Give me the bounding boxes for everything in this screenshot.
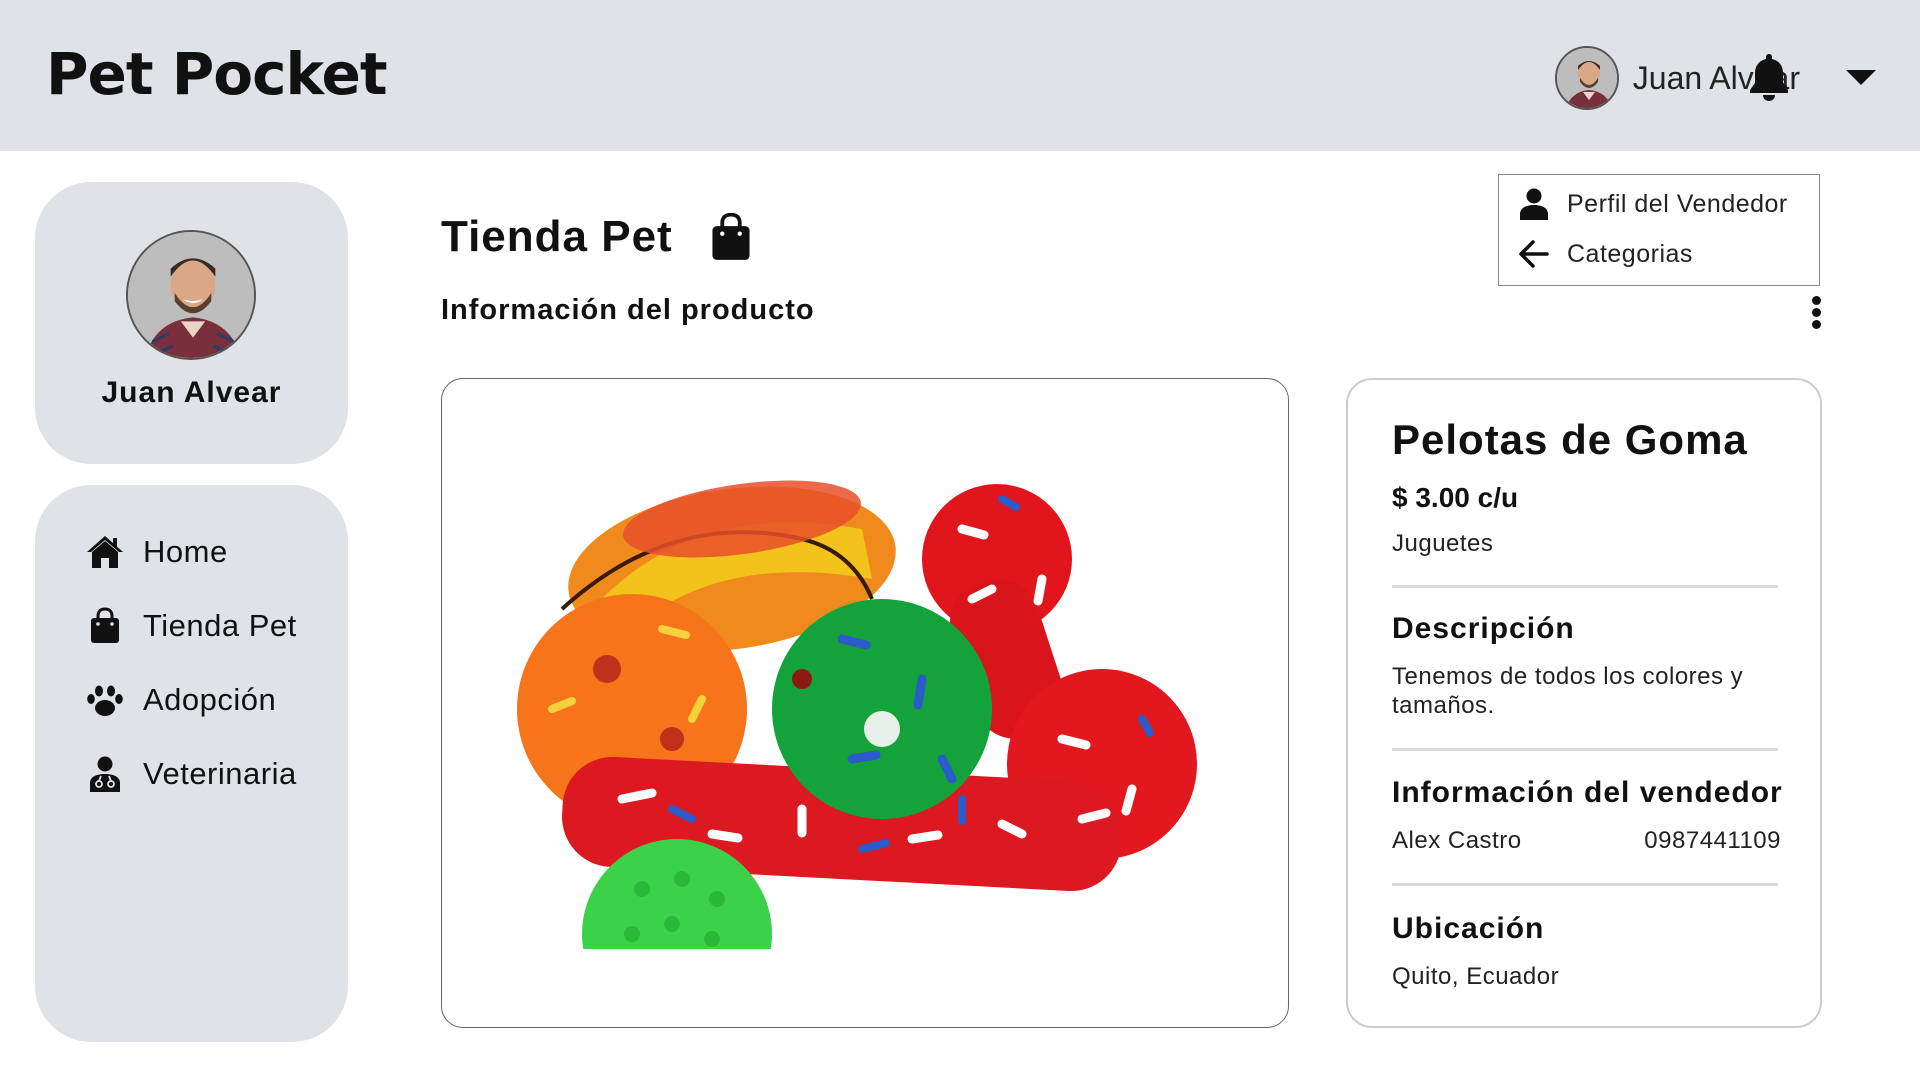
options-dropdown-menu: Perfil del Vendedor Categorias [1498,174,1820,286]
header-avatar[interactable] [1554,46,1619,110]
menu-item-label: Categorias [1567,239,1693,268]
divider [1392,585,1778,588]
avatar-photo [128,232,254,358]
product-info-card: Pelotas de Goma $ 3.00 c/u Juguetes Desc… [1346,378,1822,1028]
description-heading: Descripción [1392,612,1575,645]
top-header: Pet Pocket Juan Alvear [0,0,1920,151]
product-category: Juguetes [1392,530,1494,557]
bell-icon[interactable] [1746,52,1792,102]
sidebar-item-label: Veterinaria [143,756,297,791]
shopping-bag-icon [91,607,119,643]
seller-heading: Información del vendedor [1392,776,1783,809]
page-title: Tienda Pet [441,212,673,261]
sidebar-item-home[interactable]: Home [85,533,228,571]
doctor-icon [90,756,120,792]
sidebar-nav: Home Tienda Pet Adopción Veterinaria [35,485,348,1042]
app-logo-title[interactable]: Pet Pocket [46,40,388,108]
profile-name: Juan Alvear [101,376,282,409]
shopping-bag-icon [712,213,750,260]
home-icon [87,536,123,568]
product-image-card [441,378,1289,1028]
product-location: Quito, Ecuador [1392,963,1560,990]
profile-avatar[interactable] [126,230,256,360]
menu-item-categorias[interactable]: Categorias [1517,237,1693,271]
arrow-left-icon [1519,240,1549,268]
sidebar-item-label: Tienda Pet [143,608,297,643]
product-price: $ 3.00 c/u [1392,482,1519,513]
avatar-photo [1556,48,1617,108]
seller-phone[interactable]: 0987441109 [1631,826,1781,855]
divider [1392,748,1778,751]
more-options-icon[interactable] [1806,296,1826,330]
divider [1392,883,1778,886]
location-heading: Ubicación [1392,912,1545,945]
sidebar-item-label: Home [143,534,228,569]
user-icon [1520,188,1548,220]
sidebar-item-adopcion[interactable]: Adopción [85,681,276,719]
page-subtitle: Información del producto [441,294,815,326]
menu-item-label: Perfil del Vendedor [1567,189,1788,218]
menu-item-perfil-vendedor[interactable]: Perfil del Vendedor [1517,187,1788,221]
paw-icon [87,685,123,716]
sidebar-item-veterinaria[interactable]: Veterinaria [85,755,297,793]
sidebar-item-label: Adopción [143,682,277,717]
product-name: Pelotas de Goma [1392,416,1748,463]
sidebar-profile-card: Juan Alvear [35,182,348,464]
product-image [517,480,1197,1027]
chevron-down-icon[interactable] [1846,70,1876,85]
product-description: Tenemos de todos los colores y tamaños. [1392,663,1744,719]
sidebar-item-tienda-pet[interactable]: Tienda Pet [85,607,297,645]
